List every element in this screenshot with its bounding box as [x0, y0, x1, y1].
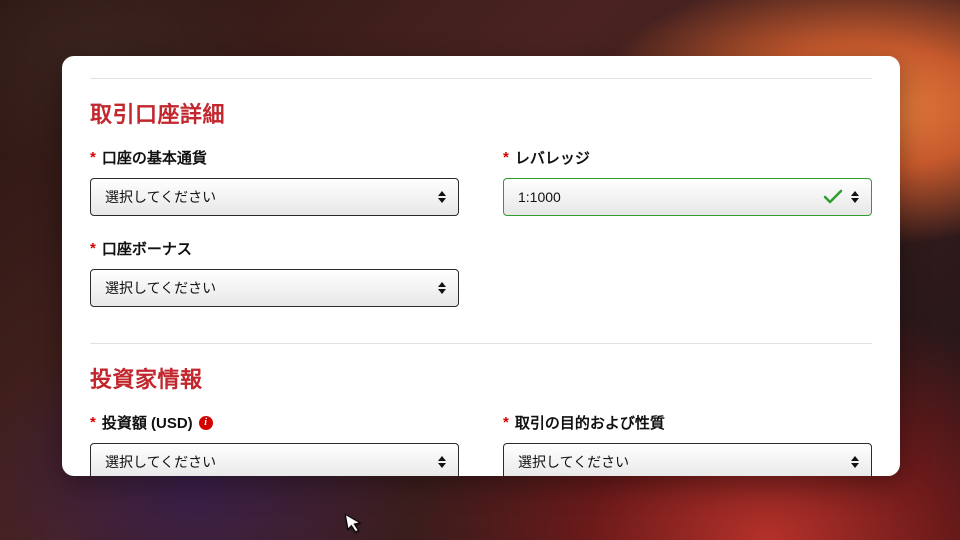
label-text: 口座ボーナス: [102, 238, 192, 259]
field-leverage: * レバレッジ 1:1000: [503, 147, 872, 216]
label-text: 口座の基本通貨: [102, 147, 207, 168]
sort-icon: [851, 190, 861, 204]
cursor-icon: [344, 511, 364, 535]
label-text: 取引の目的および性質: [515, 412, 665, 433]
required-mark: *: [90, 414, 96, 431]
section-title-investor: 投資家情報: [90, 362, 872, 394]
select-value: 選択してください: [518, 452, 629, 472]
check-icon: [823, 189, 843, 205]
label-purpose: * 取引の目的および性質: [503, 412, 872, 433]
divider: [90, 78, 872, 79]
select-value: 選択してください: [105, 278, 216, 298]
label-leverage: * レバレッジ: [503, 147, 872, 168]
select-invest-amount[interactable]: 選択してください: [90, 443, 459, 476]
label-text: 投資額 (USD): [102, 412, 193, 433]
field-bonus: * 口座ボーナス 選択してください: [90, 238, 459, 307]
label-invest-amount: * 投資額 (USD) i: [90, 412, 459, 433]
form-card: 取引口座詳細 * 口座の基本通貨 選択してください * レバレッジ 1:1000: [62, 56, 900, 476]
field-spacer: [503, 238, 872, 307]
sort-icon: [438, 455, 448, 469]
sort-icon: [851, 455, 861, 469]
label-base-currency: * 口座の基本通貨: [90, 147, 459, 168]
section-title-account: 取引口座詳細: [90, 97, 872, 129]
field-base-currency: * 口座の基本通貨 選択してください: [90, 147, 459, 216]
required-mark: *: [503, 414, 509, 431]
select-value: 選択してください: [105, 452, 216, 472]
row-account-1: * 口座の基本通貨 選択してください * レバレッジ 1:1000: [90, 147, 872, 238]
label-text: レバレッジ: [515, 147, 590, 168]
select-leverage[interactable]: 1:1000: [503, 178, 872, 216]
divider: [90, 343, 872, 344]
select-bonus[interactable]: 選択してください: [90, 269, 459, 307]
info-icon[interactable]: i: [199, 416, 213, 430]
sort-icon: [438, 281, 448, 295]
field-purpose: * 取引の目的および性質 選択してください: [503, 412, 872, 476]
select-value: 1:1000: [518, 189, 561, 205]
sort-icon: [438, 190, 448, 204]
select-value: 選択してください: [105, 187, 216, 207]
field-invest-amount: * 投資額 (USD) i 選択してください: [90, 412, 459, 476]
row-investor-1: * 投資額 (USD) i 選択してください * 取引の目的および性質 選択して…: [90, 412, 872, 476]
required-mark: *: [503, 149, 509, 166]
required-mark: *: [90, 149, 96, 166]
required-mark: *: [90, 240, 96, 257]
row-account-2: * 口座ボーナス 選択してください: [90, 238, 872, 329]
select-purpose[interactable]: 選択してください: [503, 443, 872, 476]
label-bonus: * 口座ボーナス: [90, 238, 459, 259]
select-base-currency[interactable]: 選択してください: [90, 178, 459, 216]
